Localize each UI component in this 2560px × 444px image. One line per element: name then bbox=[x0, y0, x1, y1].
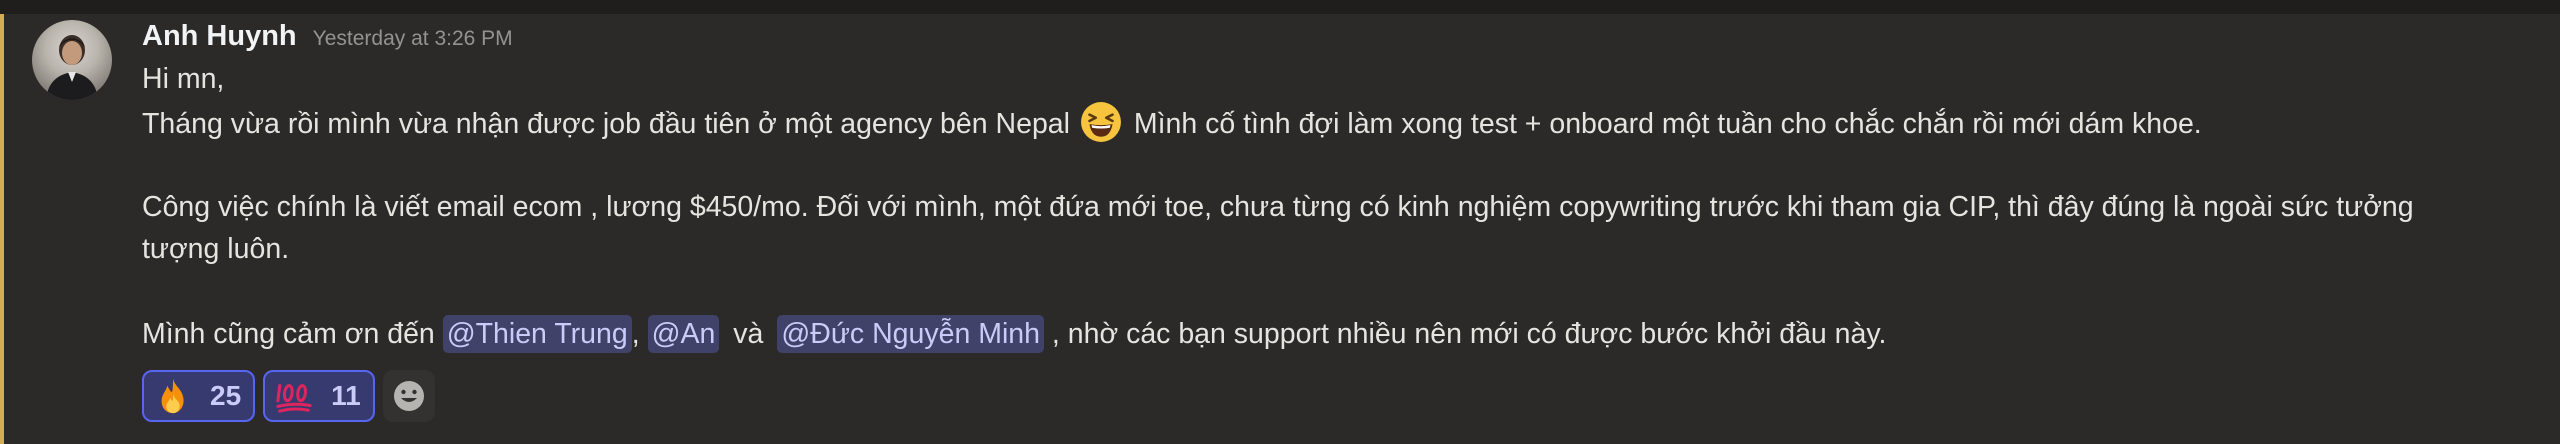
reaction-fire[interactable]: 25 bbox=[142, 370, 256, 422]
message-text: Hi mn, bbox=[142, 63, 225, 95]
hundred-points-icon bbox=[276, 384, 312, 413]
message-text: tượng luôn. bbox=[142, 233, 290, 265]
mention-duc-nguyen-minh[interactable]: @Đức Nguyễn Minh bbox=[777, 315, 1044, 353]
message-line: Hi mn, bbox=[142, 58, 2542, 101]
message-text: , nhờ các bạn support nhiều nên mới có đ… bbox=[1051, 318, 1887, 350]
message-line: Mình cũng cảm ơn đến @Thien Trung, @An v… bbox=[142, 313, 2542, 356]
mention-highlight-bar bbox=[0, 14, 4, 444]
reaction-count: 25 bbox=[210, 380, 242, 411]
smiley-icon bbox=[393, 381, 424, 411]
chat-message: Anh Huynh Yesterday at 3:26 PM Hi mn, Th… bbox=[0, 14, 2560, 444]
top-band bbox=[0, 0, 2560, 14]
mention-thien-trung[interactable]: @Thien Trung bbox=[442, 315, 632, 353]
message-text: Công việc chính là viết email ecom , lươ… bbox=[142, 190, 2414, 223]
fire-icon bbox=[161, 378, 184, 414]
mention-an[interactable]: @An bbox=[647, 315, 720, 353]
and-text: và bbox=[733, 318, 764, 350]
message-header: Anh Huynh Yesterday at 3:26 PM bbox=[142, 20, 513, 60]
comma-text: , bbox=[631, 318, 640, 350]
author-name[interactable]: Anh Huynh bbox=[142, 20, 297, 53]
message-content: Hi mn, Tháng vừa rồi mình vừa nhận được … bbox=[142, 58, 2542, 356]
reaction-count: 11 bbox=[331, 380, 361, 411]
avatar[interactable] bbox=[32, 20, 112, 100]
message-line: Công việc chính là viết email ecom , lươ… bbox=[142, 186, 2542, 229]
message-text: Tháng vừa rồi mình vừa nhận được job đầu… bbox=[142, 107, 1070, 140]
laughing-face-icon bbox=[1080, 101, 1121, 142]
message-line: tượng luôn. bbox=[142, 228, 2542, 271]
reaction-hundred-points[interactable]: 11 bbox=[263, 370, 375, 422]
message-text: Mình cố tình đợi làm xong test + onboard… bbox=[1133, 107, 2202, 140]
timestamp[interactable]: Yesterday at 3:26 PM bbox=[313, 27, 513, 51]
reactions-bar: 25 11 bbox=[142, 370, 435, 422]
add-reaction-button[interactable] bbox=[382, 370, 435, 422]
message-line: Tháng vừa rồi mình vừa nhận được job đầu… bbox=[142, 101, 2542, 144]
message-text: Mình cũng cảm ơn đến bbox=[142, 318, 435, 350]
